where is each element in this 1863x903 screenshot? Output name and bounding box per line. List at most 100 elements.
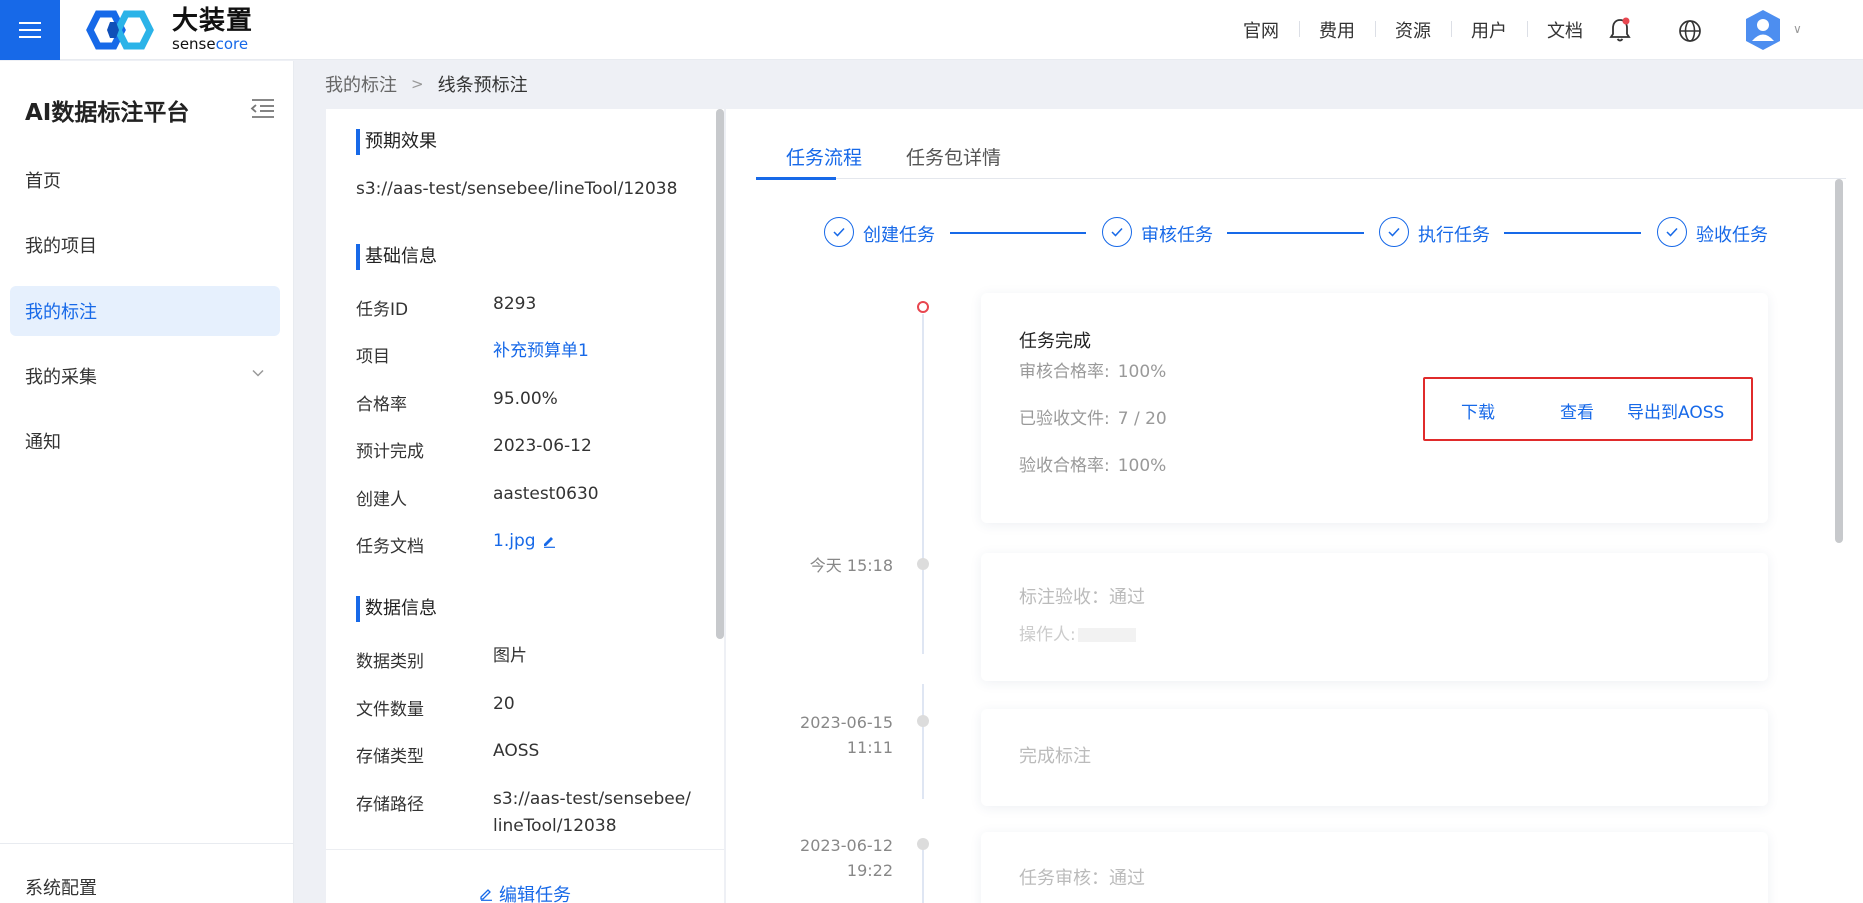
card-row-accept-pass-rate: 验收合格率: 100% xyxy=(1019,451,1166,476)
step-execute-task: 执行任务 xyxy=(1418,225,1490,246)
timeline-clock: 19:22 xyxy=(846,861,893,880)
info-key: 存储路径 xyxy=(356,795,424,815)
expected-path: s3://aas-test/sensebee/lineTool/12038 xyxy=(356,179,678,199)
breadcrumb-my-annotations[interactable]: 我的标注 xyxy=(325,71,397,97)
tab-task-flow[interactable]: 任务流程 xyxy=(786,143,862,170)
card-title: 任务完成 xyxy=(1019,331,1091,352)
info-panel-scrollbar[interactable] xyxy=(716,109,724,639)
sidebar-item-home[interactable]: 首页 xyxy=(10,155,280,205)
timeline-date: 2023-06-12 xyxy=(800,836,893,855)
card-row-key: 已验收文件: xyxy=(1019,409,1110,429)
section-data-info: 数据信息 xyxy=(356,596,437,622)
project-link[interactable]: 补充预算单1 xyxy=(493,338,693,365)
collapse-menu-icon[interactable] xyxy=(250,97,276,119)
tab-package-details[interactable]: 任务包详情 xyxy=(906,143,1001,170)
step-accept-task: 验收任务 xyxy=(1696,225,1768,246)
step-check-icon xyxy=(1379,217,1409,247)
nav-official-site[interactable]: 官网 xyxy=(1223,17,1299,43)
globe-icon[interactable] xyxy=(1678,19,1702,43)
card-row-operator: 操作人: xyxy=(1019,620,1136,645)
top-icons: ∨ xyxy=(1603,0,1863,60)
timeline-clock: 11:11 xyxy=(846,738,893,757)
card-row-accepted-files: 已验收文件: 7 / 20 xyxy=(1019,404,1167,429)
info-key: 项目 xyxy=(356,347,390,367)
step-check-icon xyxy=(1657,217,1687,247)
nav-billing[interactable]: 费用 xyxy=(1299,17,1375,43)
sidebar-item-notifications[interactable]: 通知 xyxy=(10,416,280,466)
info-key: 任务ID xyxy=(356,300,409,320)
menu-toggle-button[interactable] xyxy=(0,0,60,60)
brand-en-part-1: sense xyxy=(172,35,216,53)
info-value: 2023-06-12 xyxy=(493,436,592,456)
breadcrumb-current: 线条预标注 xyxy=(437,75,528,96)
info-key: 合格率 xyxy=(356,395,407,415)
user-avatar-icon[interactable] xyxy=(1743,8,1783,52)
sensecore-logo-icon xyxy=(86,10,154,50)
edit-task-label: 编辑任务 xyxy=(499,885,571,903)
tab-active-indicator xyxy=(756,177,836,180)
card-title: 标注验收：通过 xyxy=(1019,587,1145,608)
info-value: 8293 xyxy=(493,294,537,314)
info-value: 95.00% xyxy=(493,389,558,409)
card-row-review-pass-rate: 审核合格率: 100% xyxy=(1019,357,1166,382)
timeline-dot xyxy=(917,715,929,727)
step-create-task: 创建任务 xyxy=(863,225,935,246)
timeline-card-annotation-accepted: 标注验收：通过 操作人: xyxy=(981,553,1768,681)
nav-docs[interactable]: 文档 xyxy=(1527,17,1603,43)
hamburger-icon xyxy=(19,29,41,31)
brand-name-cn: 大装置 xyxy=(172,6,254,36)
step-check-icon xyxy=(824,217,854,247)
sidebar-item-my-collections[interactable]: 我的采集 xyxy=(10,351,280,401)
timeline-card-task-review: 任务审核：通过 xyxy=(981,832,1768,903)
nav-resources[interactable]: 资源 xyxy=(1375,17,1451,43)
step-connector xyxy=(1227,232,1364,234)
sidebar-item-my-projects[interactable]: 我的项目 xyxy=(10,220,280,270)
info-key: 创建人 xyxy=(356,490,407,510)
section-basic-info: 基础信息 xyxy=(356,244,437,270)
task-doc-link[interactable]: 1.jpg xyxy=(493,528,693,555)
task-info-panel: 预期效果 s3://aas-test/sensebee/lineTool/120… xyxy=(326,109,724,903)
info-key: 预计完成 xyxy=(356,442,424,462)
timeline-time: 今天 15:18 xyxy=(809,556,893,575)
info-value: s3://aas-test/sensebee/lineTool/12038 xyxy=(493,789,691,836)
sidebar-item-label: 我的采集 xyxy=(25,367,97,388)
info-key: 数据类别 xyxy=(356,652,424,672)
nav-users[interactable]: 用户 xyxy=(1451,17,1527,43)
top-nav: 官网 费用 资源 用户 文档 xyxy=(1223,0,1603,60)
edit-icon xyxy=(480,889,492,901)
info-key: 文件数量 xyxy=(356,700,424,720)
download-button[interactable]: 下载 xyxy=(1461,398,1495,423)
card-row-value: 100% xyxy=(1117,362,1167,382)
step-connector xyxy=(950,232,1086,234)
info-value: aastest0630 xyxy=(493,484,599,504)
chevron-down-icon xyxy=(252,369,264,377)
edit-task-button[interactable]: 编辑任务 xyxy=(479,881,571,903)
bell-icon[interactable] xyxy=(1608,17,1632,43)
view-button[interactable]: 查看 xyxy=(1560,398,1594,423)
info-value: 20 xyxy=(493,694,515,714)
info-key: 任务文档 xyxy=(356,537,424,557)
brand-logo[interactable]: 大装置 sensecore xyxy=(86,8,253,52)
card-actions: 下载 查看 导出到AOSS xyxy=(1423,377,1753,441)
edit-icon[interactable] xyxy=(542,534,556,548)
card-title: 任务审核：通过 xyxy=(1019,868,1145,889)
sidebar-item-my-annotations[interactable]: 我的标注 xyxy=(10,286,280,336)
top-bar: 大装置 sensecore 官网 费用 资源 用户 文档 ∨ xyxy=(0,0,1863,60)
task-doc-name: 1.jpg xyxy=(493,531,536,551)
platform-title: AI数据标注平台 xyxy=(25,100,190,126)
timeline-line xyxy=(922,684,924,799)
timeline-dot xyxy=(917,838,929,850)
info-key: 存储类型 xyxy=(356,747,424,767)
card-row-value: 7 / 20 xyxy=(1117,409,1167,429)
timeline-card-annotation-done: 完成标注 xyxy=(981,709,1768,806)
timeline-date: 2023-06-15 xyxy=(800,713,893,732)
export-aoss-button[interactable]: 导出到AOSS xyxy=(1627,398,1724,423)
sidebar-item-system-config[interactable]: 系统配置 xyxy=(25,874,97,900)
chevron-down-icon[interactable]: ∨ xyxy=(1793,22,1802,36)
step-connector xyxy=(1504,232,1641,234)
card-title: 完成标注 xyxy=(1019,746,1091,767)
card-row-key: 操作人: xyxy=(1019,625,1076,645)
brand-name-en: sensecore xyxy=(172,37,253,52)
timeline-line xyxy=(922,314,924,654)
breadcrumb: 我的标注 > 线条预标注 xyxy=(325,71,528,97)
